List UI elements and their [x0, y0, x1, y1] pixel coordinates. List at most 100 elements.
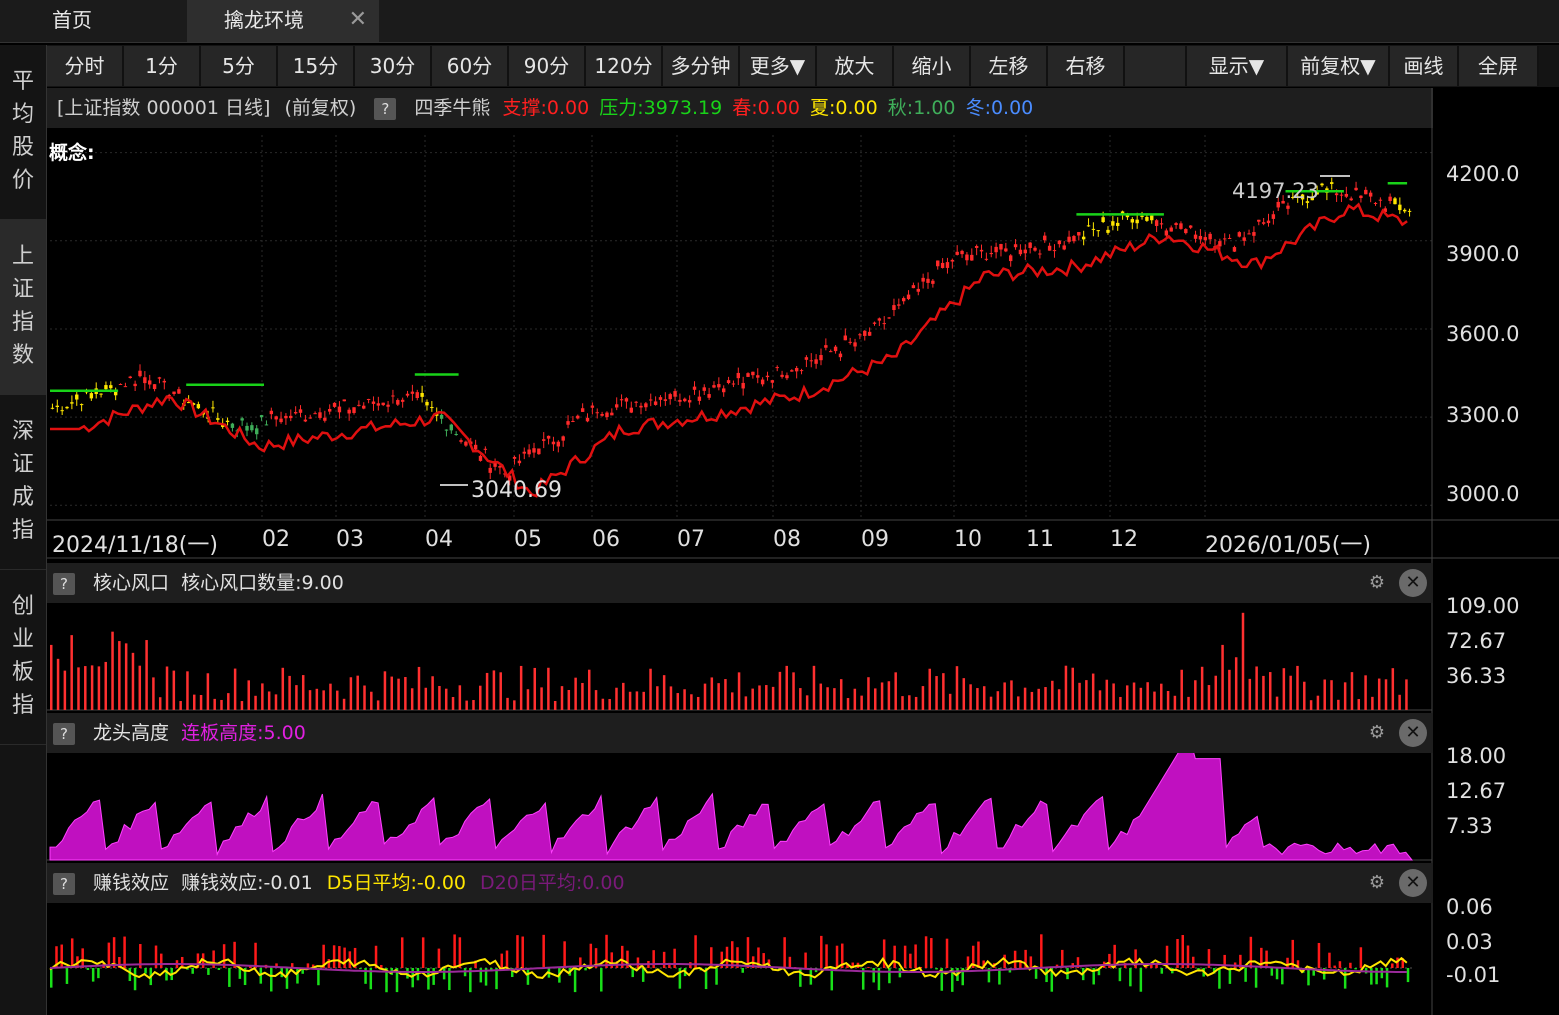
profit-bar [1270, 968, 1274, 976]
core-wind-bar [1194, 680, 1197, 710]
candle-body [600, 414, 604, 416]
core-wind-bar [77, 667, 80, 710]
candle-body [585, 417, 590, 422]
candle-body [556, 441, 561, 447]
candle-body [332, 402, 337, 407]
candle-body [1193, 234, 1198, 239]
help-icon[interactable]: ? [53, 872, 75, 895]
profit-bar [966, 956, 970, 968]
profit-bar [123, 936, 126, 968]
profit-bar [521, 936, 524, 968]
gear-icon[interactable]: ⚙ [1363, 869, 1391, 897]
core-wind-bar [853, 688, 857, 710]
candle-body [595, 412, 599, 414]
sub-y-tick-label: 7.33 [1446, 814, 1493, 838]
core-wind-bar [628, 691, 632, 710]
core-wind-bar [199, 694, 203, 710]
candle-body [1252, 232, 1256, 236]
candle-body [255, 428, 259, 435]
sub-y-tick-label: 0.03 [1446, 930, 1493, 954]
core-wind-bar [887, 681, 891, 710]
candle-body [1043, 235, 1047, 241]
candle-body [70, 402, 74, 404]
candle-body [1159, 223, 1164, 225]
core-wind-bar [492, 670, 496, 710]
profit-bar [1328, 952, 1331, 968]
candle-body [1081, 236, 1086, 240]
candle-body [1169, 227, 1173, 232]
core-wind-bar [1241, 612, 1245, 710]
candle-body [318, 412, 322, 418]
candle-body [546, 435, 551, 439]
candle-body [1018, 249, 1023, 255]
candle-body [308, 417, 312, 419]
candle-body [1116, 222, 1120, 226]
profit-bar [573, 968, 577, 993]
candle-body [984, 258, 989, 260]
profit-bar [867, 966, 870, 968]
close-icon[interactable]: ✕ [1399, 719, 1427, 747]
gear-icon[interactable]: ⚙ [1363, 569, 1391, 597]
candle-body [537, 448, 541, 455]
profit-bar [903, 945, 907, 968]
candle-body [624, 398, 629, 402]
candle-body [673, 391, 677, 397]
x-tick-label: 04 [425, 527, 453, 552]
help-icon[interactable]: ? [53, 572, 75, 595]
core-wind-bar [431, 676, 434, 710]
core-wind-bar [165, 666, 169, 710]
candle-body [814, 359, 818, 364]
profit-bar [1249, 936, 1253, 968]
candle-body [697, 396, 702, 401]
candle-body [75, 394, 79, 400]
candle-body [911, 285, 916, 289]
core-wind-bar [295, 685, 298, 710]
core-wind-bar [444, 688, 448, 710]
candle-body [629, 407, 633, 413]
core-wind-bar [451, 697, 455, 710]
candle-body [1033, 247, 1037, 251]
candle-body [770, 380, 775, 383]
y-tick-label: 3600.0 [1446, 322, 1520, 346]
profit-bar [914, 944, 917, 968]
candle-body [649, 399, 653, 401]
candle-body [464, 441, 468, 446]
candle-body [245, 425, 249, 431]
profit-bar [788, 956, 792, 968]
gear-icon[interactable]: ⚙ [1363, 719, 1391, 747]
panel-title: 龙头高度 [93, 722, 170, 744]
candle-body [123, 386, 128, 388]
core-wind-bar [785, 665, 788, 710]
profit-bar [1338, 961, 1342, 968]
core-wind-bar [553, 700, 557, 710]
candle-body [104, 385, 108, 390]
core-wind-bar [758, 685, 761, 710]
candle-body [931, 280, 935, 284]
profit-bar [1354, 968, 1357, 970]
candle-body [357, 404, 361, 406]
candle-body [1111, 221, 1115, 226]
candle-body [138, 370, 142, 377]
candle-body [829, 351, 833, 353]
candle-body [109, 385, 113, 389]
core-wind-bar [751, 688, 754, 710]
profit-bar [1244, 968, 1247, 982]
candle-body [391, 395, 395, 397]
sub-y-tick-label: 72.67 [1446, 629, 1507, 653]
candle-body [1188, 225, 1193, 228]
core-wind-bar [1262, 675, 1265, 710]
help-icon[interactable]: ? [53, 722, 75, 745]
candle-body [799, 370, 804, 372]
close-icon[interactable]: ✕ [1399, 869, 1427, 897]
core-wind-bar [233, 668, 237, 710]
close-icon[interactable]: ✕ [1399, 569, 1427, 597]
core-wind-bar [1289, 675, 1292, 710]
profit-bar [516, 935, 519, 968]
core-wind-bar [1282, 668, 1286, 710]
candle-body [1407, 210, 1412, 212]
core-wind-bar [90, 665, 94, 710]
sub-y-tick-label: 0.06 [1446, 895, 1493, 919]
candle-body [1247, 233, 1251, 235]
core-wind-bar [717, 683, 720, 710]
candle-body [712, 385, 716, 388]
